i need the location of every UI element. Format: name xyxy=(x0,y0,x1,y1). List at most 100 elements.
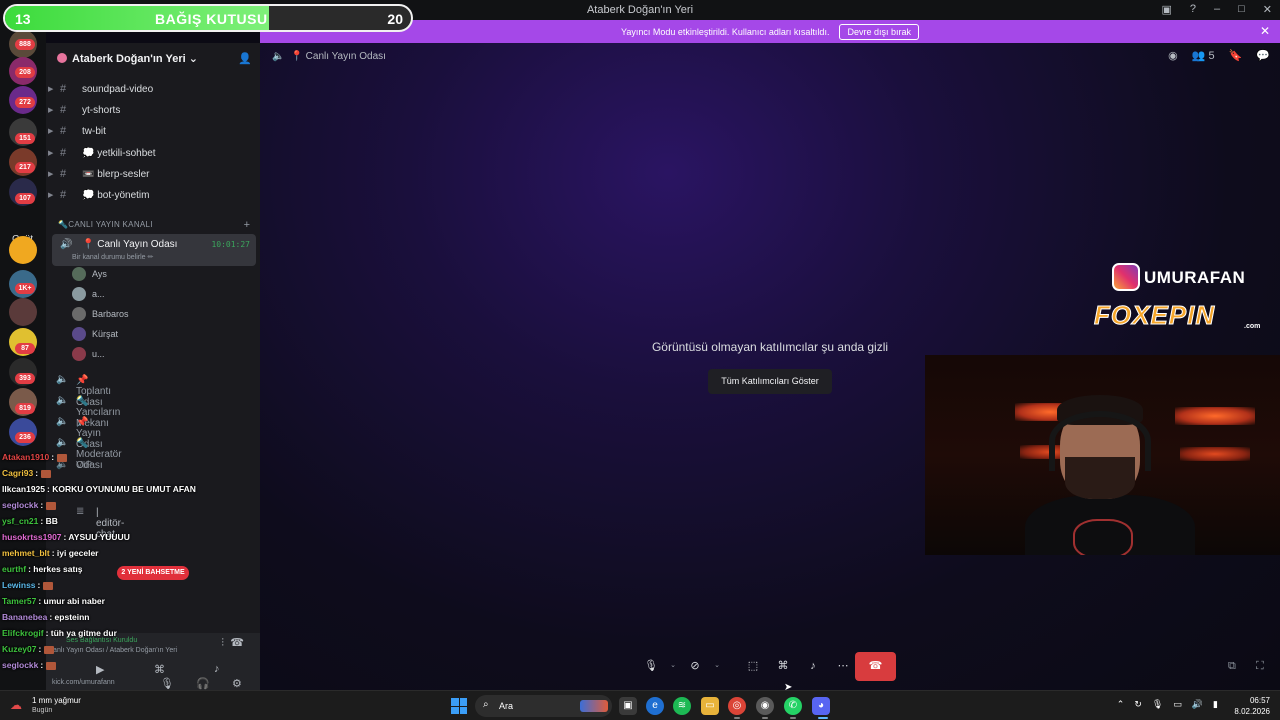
server-icon[interactable] xyxy=(9,236,37,264)
text-channel[interactable]: ▶ # 💭 bot-yönetim xyxy=(48,187,256,207)
speaker-icon: 🔈 xyxy=(272,51,285,62)
clock-time: 06:57 xyxy=(1249,696,1270,705)
bookmark-icon[interactable]: 🔖 xyxy=(1229,49,1243,62)
text-channel[interactable]: ▶ # soundpad-video xyxy=(48,81,256,101)
task-view-icon[interactable]: ▣ xyxy=(619,697,637,715)
text-channel[interactable]: ▶ # 💭 yetkili-sohbet xyxy=(48,145,256,165)
server-badge: 107 xyxy=(15,193,35,204)
chat-username: eurthf xyxy=(2,564,27,574)
hang-up-button[interactable]: ☎ xyxy=(855,652,896,681)
webcam-feed xyxy=(925,355,1280,555)
chat-username: Ilkcan1925 xyxy=(2,484,46,494)
globe-icon[interactable]: ◉ xyxy=(1168,49,1178,62)
mic-tray-icon[interactable]: 🎙 xyxy=(1152,699,1163,710)
clock[interactable]: 06:57 8.02.2026 xyxy=(1234,695,1270,717)
members-icon[interactable]: 👥 5 xyxy=(1192,49,1215,62)
emote-icon xyxy=(44,645,55,654)
emote-icon xyxy=(46,501,57,510)
streamer-mode-banner: Yayıncı Modu etkinleştirildi. Kullanıcı … xyxy=(260,20,1280,43)
activities-icon[interactable]: ⌘ xyxy=(768,652,798,680)
camera-off-icon[interactable]: ⊘ xyxy=(680,652,710,680)
member-count: 5 xyxy=(1208,50,1215,62)
active-voice-name: 📍 Canlı Yayın Odası xyxy=(82,239,178,250)
help-icon[interactable]: ? xyxy=(1190,3,1196,16)
call-controls: 🎙 ⌄ ⊘ ⌄ ⬚ ⌘ ♪ ⋯ xyxy=(636,652,858,680)
screen-share-icon[interactable]: ⬚ xyxy=(738,652,768,680)
file-explorer-icon[interactable]: ▭ xyxy=(701,697,719,715)
pop-out-icon[interactable]: ⧉ xyxy=(1228,660,1236,673)
soundboard-icon[interactable]: ♪ xyxy=(798,652,828,680)
add-channel-icon[interactable]: + xyxy=(244,219,250,231)
channel-name: 📼 blerp-sesler xyxy=(82,169,150,180)
new-bets-badge[interactable]: 2 YENİ BAHSETME xyxy=(117,566,189,580)
channel-name: tw-bit xyxy=(82,126,106,137)
avatar xyxy=(72,267,86,281)
avatar xyxy=(72,307,86,321)
chevron-down-icon[interactable]: ⌄ xyxy=(710,652,724,680)
show-all-participants-button[interactable]: Tüm Katılımcıları Göster xyxy=(708,369,832,394)
active-voice-channel[interactable]: 🔊 📍 Canlı Yayın Odası Bir kanal durumu b… xyxy=(52,234,256,266)
server-badge: 236 xyxy=(15,432,35,443)
guild-name[interactable]: Ataberk Doğan'ın Yeri ⌄ xyxy=(46,43,260,73)
spotify-icon[interactable]: ≋ xyxy=(673,697,691,715)
start-button[interactable] xyxy=(451,698,467,714)
obs-icon[interactable]: ◉ xyxy=(756,697,774,715)
hidden-participants-message: Görüntüsü olmayan katılımcılar şu anda g… xyxy=(651,340,889,354)
chat-bubble-icon[interactable]: 💬 xyxy=(1256,49,1270,62)
chat-message: Bananebea: epsteinn xyxy=(2,612,90,622)
server-badge: 217 xyxy=(15,162,35,173)
volume-icon[interactable]: 🔊 xyxy=(1192,699,1203,710)
text-channel[interactable]: ▶ # yt-shorts xyxy=(48,102,256,122)
close-window-icon[interactable]: ✕ xyxy=(1263,3,1272,16)
chat-text: : BB xyxy=(40,516,58,526)
chat-username: ysf_cn21 xyxy=(2,516,39,526)
chat-username: mehmet_blt xyxy=(2,548,50,558)
network-icon[interactable]: ▭ xyxy=(1173,699,1182,710)
avatar xyxy=(72,347,86,361)
chat-message: husokrtss1907: AYSUU YUUUU xyxy=(2,532,130,542)
add-member-icon[interactable]: 👤 xyxy=(238,52,252,65)
donation-goal: 20 xyxy=(387,11,403,27)
clock-date: 8.02.2026 xyxy=(1234,707,1270,716)
edge-icon[interactable]: e xyxy=(646,697,664,715)
more-options-icon[interactable]: ⋯ xyxy=(828,652,858,680)
server-badge: 151 xyxy=(15,133,35,144)
battery-icon[interactable]: ▮ xyxy=(1213,699,1218,710)
text-channel[interactable]: ▶ # 📼 blerp-sesler xyxy=(48,166,256,186)
hash-icon: # xyxy=(60,168,67,180)
running-indicator xyxy=(790,717,796,719)
text-channel[interactable]: ▶ # tw-bit xyxy=(48,123,256,143)
discord-icon[interactable]: ◕ xyxy=(812,697,830,715)
inbox-icon[interactable]: ▣ xyxy=(1161,3,1171,16)
system-tray: ⌃ ↻ 🎙 ▭ 🔊 ▮ xyxy=(1117,699,1218,710)
fullscreen-icon[interactable]: ⛶ xyxy=(1256,660,1264,673)
chat-text: : xyxy=(40,660,44,670)
voice-timer: 10:01:27 xyxy=(211,240,250,249)
chat-username: Kuzey07 xyxy=(2,644,37,654)
chevron-up-icon[interactable]: ⌃ xyxy=(1117,699,1125,710)
whatsapp-icon[interactable]: ✆ xyxy=(784,697,802,715)
taskbar: ☁ 1 mm yağmur Bugün ⌕ Ara ▣ e ≋ ▭ ◎ ◉ ✆ … xyxy=(0,690,1280,720)
speaker-icon: 🔊 xyxy=(60,239,73,250)
running-indicator xyxy=(762,717,768,719)
server-icon[interactable] xyxy=(9,298,37,326)
chrome-icon[interactable]: ◎ xyxy=(728,697,746,715)
voice-category[interactable]: 🔦CANLI YAYIN KANALI xyxy=(58,220,153,229)
chat-text: : xyxy=(37,580,41,590)
channel-status[interactable]: Bir kanal durumu belirle ✏ xyxy=(72,253,153,261)
maximize-icon[interactable]: □ xyxy=(1238,3,1245,16)
microphone-icon[interactable]: 🎙 xyxy=(636,652,666,680)
server-badge: 888 xyxy=(15,39,35,50)
member-name: u... xyxy=(92,349,105,359)
minimize-icon[interactable]: – xyxy=(1214,3,1220,16)
taskbar-search[interactable]: ⌕ Ara xyxy=(475,695,612,717)
chat-message: Ilkcan1925: KORKU OYUNUMU BE UMUT AFAN xyxy=(2,484,196,494)
chevron-down-icon[interactable]: ⌄ xyxy=(666,652,680,680)
close-banner-icon[interactable]: ✕ xyxy=(1260,24,1270,38)
chat-username: husokrtss1907 xyxy=(2,532,62,542)
server-badge: 272 xyxy=(15,97,35,108)
disable-streamer-mode-button[interactable]: Devre dışı bırak xyxy=(839,23,919,40)
chat-text: : AYSUU YUUUU xyxy=(63,532,130,542)
sync-icon[interactable]: ↻ xyxy=(1134,699,1142,710)
chat-username: Bananebea xyxy=(2,612,48,622)
